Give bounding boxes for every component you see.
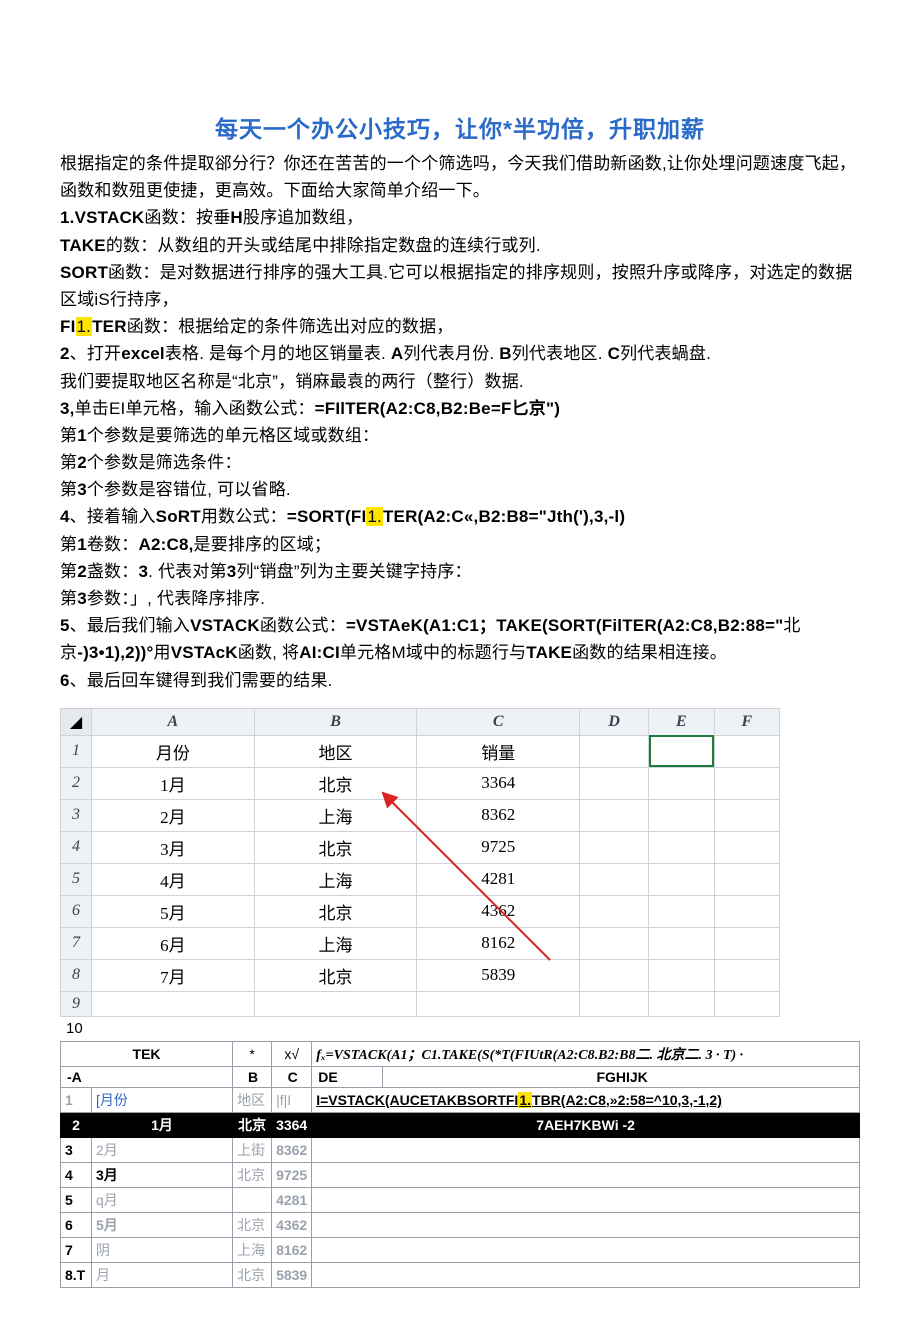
col-DE[interactable]: DE	[312, 1066, 383, 1087]
line-vstack: 1.VSTACK函数：按垂H股序追加数组，	[60, 204, 860, 231]
document-page: 每天一个办公小技巧，让你*半功倍，升职加薪 根据指定的条件提取郤分行？你还在苦苦…	[0, 0, 920, 1328]
corner-cell[interactable]: ◢	[61, 708, 92, 735]
col-F[interactable]: F	[714, 708, 779, 735]
col-E[interactable]: E	[649, 708, 714, 735]
line-step2: 2、打开excel表格. 是每个月的地区销量表. A列代表月份. B列代表地区.…	[60, 340, 860, 367]
formula-bar[interactable]: fₓ=VSTACK(A1；C1.TAKE(S(*T(FIUtR(A2:C8.B2…	[312, 1041, 860, 1066]
long-formula-cell[interactable]: I=VSTACK(AUCETAKBSORTFI1.TBR(A2:C8,»2:58…	[312, 1087, 860, 1112]
line-step4: 4、接着输入SoRT用数公式：=SORT(FI1.TER(A2:C«,B2:B8…	[60, 503, 860, 530]
take-key: TAKE	[60, 236, 106, 255]
cell-D1[interactable]	[580, 735, 649, 767]
line-arg1: 第1个参数是要筛选的单元格区域或数组：	[60, 422, 860, 449]
vstack-key: 1.VSTACK	[60, 208, 144, 227]
fbar-xfx[interactable]: x√	[272, 1041, 312, 1066]
line-sort-arg3: 第3参数：」, 代表降序排序.	[60, 585, 860, 612]
black-row: 2 1月 北京 3364 7AEH7KBWi -2	[61, 1112, 860, 1137]
col-B2[interactable]: B	[233, 1066, 272, 1087]
col-B[interactable]: B	[254, 708, 417, 735]
cell-F1[interactable]	[714, 735, 779, 767]
cell-A1[interactable]: 月份	[92, 735, 255, 767]
col-A2[interactable]: -A	[61, 1066, 233, 1087]
intro-paragraph: 根据指定的条件提取郤分行？你还在苦苦的一个个筛选吗，今天我们借助新函数,让你处埋…	[60, 150, 860, 204]
hl-1: 1.	[76, 317, 93, 336]
col-D[interactable]: D	[580, 708, 649, 735]
sheet-table: ◢ A B C D E F 1 月份 地区 销量 21月北京3364 32月上海…	[60, 708, 780, 1017]
formula-bar-row: TEK * x√ fₓ=VSTACK(A1；C1.TAKE(S(*T(FIUtR…	[61, 1041, 860, 1066]
sort-key: SORT	[60, 263, 108, 282]
col-C[interactable]: C	[417, 708, 580, 735]
line-target: 我们要提取地区名称是“北京”，销麻最袁的两行（整行）数据.	[60, 368, 860, 395]
col-C2[interactable]: C	[272, 1066, 312, 1087]
row-1[interactable]: 1	[61, 735, 92, 767]
line-take: TAKE的数：从数组的开头或结尾中排除指定数盘的连续行或列.	[60, 232, 860, 259]
line-filter: FI1.TER函数：根据给定的条件筛选出对应的数据，	[60, 313, 860, 340]
article-title: 每天一个办公小技巧，让你*半功倍，升职加薪	[60, 110, 860, 144]
cell-A1b[interactable]: [月份	[92, 1087, 233, 1112]
cell-C1[interactable]: 销量	[417, 735, 580, 767]
cell-E1-selected[interactable]	[649, 735, 714, 767]
line-arg2: 第2个参数是筛选条件：	[60, 449, 860, 476]
cell-B1[interactable]: 地区	[254, 735, 417, 767]
col-A[interactable]: A	[92, 708, 255, 735]
hl-2: 1.	[366, 507, 383, 526]
name-box[interactable]: TEK	[61, 1041, 233, 1066]
line-sort-arg2: 第2盏数：3. 代表对第3列“销盘”列为主要关键字持序：	[60, 558, 860, 585]
line-step6: 6、最后回车键得到我们需要的结果.	[60, 667, 860, 694]
line-step5: 5、最后我们输入VSTACK函数公式：=VSTAeK(A1:C1；TAKE(SO…	[60, 612, 860, 666]
excel-sheet-1: ◢ A B C D E F 1 月份 地区 销量 21月北京3364 32月上海…	[60, 708, 860, 1037]
line-sort: SORT函数：是对数据进行排序的强大工具.它可以根据指定的排序规则，按照升序或降…	[60, 259, 860, 313]
hl-3: 1.	[518, 1092, 532, 1108]
excel-sheet-2: TEK * x√ fₓ=VSTACK(A1；C1.TAKE(S(*T(FIUtR…	[60, 1041, 860, 1288]
line-arg3: 第3个参数是容错位, 可以省略.	[60, 476, 860, 503]
row-10-label: 10	[60, 1020, 860, 1037]
line-step3: 3,单击EI单元格，输入函数公式：=FIlTER(A2:C8,B2:Be=F匕京…	[60, 395, 860, 422]
col-FGHIJK[interactable]: FGHIJK	[383, 1066, 860, 1087]
fbar-star[interactable]: *	[233, 1041, 272, 1066]
line-sort-arg1: 第1卷数：A2:C8,是要排序的区域；	[60, 531, 860, 558]
col-header-row: -A B C DE FGHIJK	[61, 1066, 860, 1087]
